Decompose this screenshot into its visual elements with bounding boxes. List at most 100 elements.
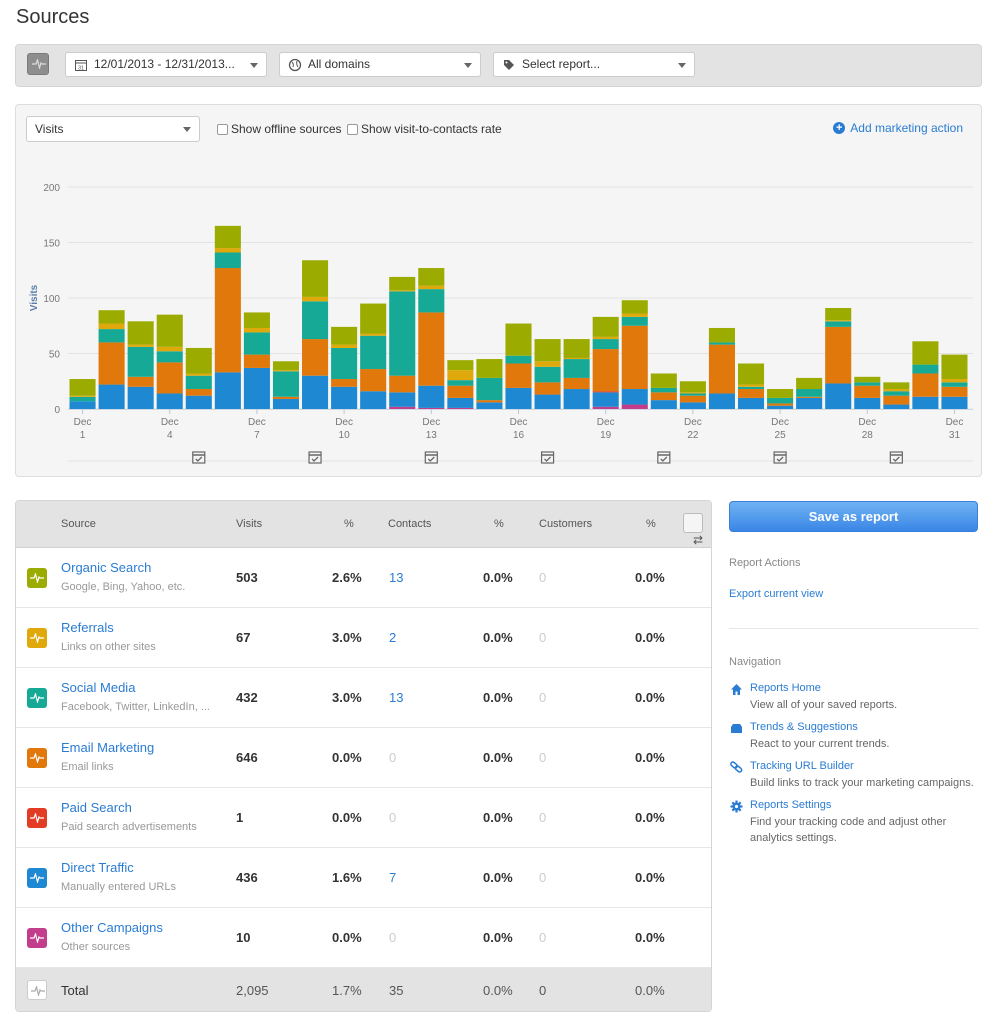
y-axis-label: Visits — [29, 284, 40, 311]
domain-select[interactable]: All domains — [279, 52, 481, 77]
marketing-action-calendar-icon[interactable] — [540, 451, 555, 464]
marketing-action-calendar-icon[interactable] — [773, 451, 787, 464]
contacts-value[interactable]: 7 — [389, 870, 396, 885]
sources-pulse-button[interactable] — [27, 53, 49, 75]
sources-table: Source Visits % Contacts % Customers % ⇄… — [15, 500, 712, 1012]
customers-pct-value: 0.0% — [635, 690, 665, 705]
page-title: Sources — [16, 6, 90, 28]
bar-segment-referrals — [941, 379, 968, 383]
x-tick-day: 19 — [600, 430, 612, 441]
source-name-link[interactable]: Referrals — [61, 620, 114, 635]
x-tick-month: Dec — [771, 417, 789, 428]
x-tick-day: 7 — [254, 430, 260, 441]
col-visits-pct[interactable]: % — [344, 518, 354, 530]
date-range-select[interactable]: 31 12/01/2013 - 12/31/2013... — [65, 52, 267, 77]
contacts-value[interactable]: 13 — [389, 570, 403, 585]
x-tick-day: 10 — [339, 430, 351, 441]
bar-segment-organic-search — [447, 360, 474, 371]
source-name-link[interactable]: Direct Traffic — [61, 860, 134, 875]
marketing-action-calendar-icon[interactable] — [192, 451, 206, 464]
bar-segment-direct-traffic — [825, 383, 852, 409]
bar-segment-direct-traffic — [650, 400, 677, 409]
marketing-action-calendar-icon[interactable] — [308, 451, 322, 464]
source-name-link[interactable]: Social Media — [61, 680, 135, 695]
bar-segment-referrals — [98, 323, 125, 330]
bar-segment-social-media — [708, 342, 735, 345]
bar-segment-direct-traffic — [592, 392, 619, 407]
nav-link-label[interactable]: Reports Settings — [750, 799, 978, 811]
nav-link-label[interactable]: Reports Home — [750, 682, 978, 694]
col-customers[interactable]: Customers — [539, 518, 592, 530]
table-row: Direct Traffic Manually entered URLs 436… — [16, 848, 711, 908]
save-as-report-button[interactable]: Save as report — [729, 501, 978, 532]
bar-segment-social-media — [883, 391, 910, 396]
bar-segment-email-marketing — [243, 354, 270, 368]
swap-columns-button[interactable]: ⇄ — [683, 513, 703, 547]
bar-segment-direct-traffic — [243, 367, 270, 409]
bar-segment-organic-search — [708, 327, 735, 343]
bar-segment-email-marketing — [679, 395, 706, 403]
nav-link-label[interactable]: Trends & Suggestions — [750, 721, 978, 733]
nav-link-label[interactable]: Tracking URL Builder — [750, 760, 978, 772]
report-value: Select report... — [522, 57, 601, 71]
bar-segment-email-marketing — [185, 389, 212, 396]
x-tick-month: Dec — [510, 417, 528, 428]
bar-segment-organic-search — [941, 354, 968, 380]
navigation-heading: Navigation — [729, 656, 781, 668]
bar-segment-email-marketing — [505, 363, 532, 388]
bar-segment-direct-traffic — [98, 384, 125, 409]
bar-segment-email-marketing — [621, 325, 648, 390]
bar-segment-social-media — [331, 347, 358, 380]
marketing-action-calendar-icon[interactable] — [889, 451, 903, 464]
bar-segment-email-marketing — [360, 369, 387, 392]
bar-segment-direct-traffic — [563, 389, 590, 409]
col-source[interactable]: Source — [61, 518, 96, 530]
col-contacts[interactable]: Contacts — [388, 518, 431, 530]
contacts-value: 0 — [389, 930, 397, 945]
bar-segment-organic-search — [592, 316, 619, 337]
bar-segment-social-media — [447, 380, 474, 386]
customers-value: 0 — [539, 570, 547, 585]
customers-pct-value: 0.0% — [635, 870, 665, 885]
bar-segment-social-media — [767, 397, 794, 404]
source-desc: Links on other sites — [61, 641, 156, 653]
marketing-action-calendar-icon[interactable] — [657, 451, 671, 464]
contacts-value[interactable]: 13 — [389, 690, 403, 705]
nav-tracking-url-builder[interactable]: Tracking URL Builder Build links to trac… — [729, 760, 978, 791]
y-tick-label: 50 — [49, 350, 61, 361]
bar-segment-email-marketing — [563, 377, 590, 390]
source-name-link[interactable]: Other Campaigns — [61, 920, 163, 935]
col-customers-pct[interactable]: % — [646, 518, 656, 530]
contacts-pct-value: 0.0% — [483, 690, 513, 705]
bar-segment-email-marketing — [98, 342, 125, 385]
marketing-action-calendar-icon[interactable] — [424, 451, 438, 464]
x-tick-month: Dec — [684, 417, 702, 428]
bar-segment-organic-search — [127, 321, 154, 345]
nav-reports-settings[interactable]: Reports Settings Find your tracking code… — [729, 799, 978, 846]
source-name-link[interactable]: Email Marketing — [61, 740, 154, 755]
report-select[interactable]: Select report... — [493, 52, 695, 77]
source-desc: Email links — [61, 761, 114, 773]
x-tick-month: Dec — [74, 417, 92, 428]
col-visits[interactable]: Visits — [236, 518, 262, 530]
source-name-link[interactable]: Organic Search — [61, 560, 151, 575]
bar-segment-referrals — [563, 357, 590, 360]
bar-segment-direct-traffic — [883, 404, 910, 409]
nav-trends-suggestions[interactable]: Trends & Suggestions React to your curre… — [729, 721, 978, 752]
bar-segment-social-media — [505, 355, 532, 364]
bar-segment-organic-search — [679, 381, 706, 393]
report-actions-heading: Report Actions — [729, 557, 801, 569]
bar-segment-direct-traffic — [708, 393, 735, 409]
bar-segment-social-media — [272, 371, 300, 397]
customers-pct-value: 0.0% — [635, 750, 665, 765]
date-range-value: 12/01/2013 - 12/31/2013... — [94, 57, 235, 71]
bar-segment-email-marketing — [941, 386, 968, 397]
bar-segment-organic-search — [825, 307, 852, 321]
source-name-link[interactable]: Paid Search — [61, 800, 132, 815]
bar-segment-referrals — [156, 346, 183, 352]
export-current-view-link[interactable]: Export current view — [729, 588, 978, 600]
nav-reports-home[interactable]: Reports Home View all of your saved repo… — [729, 682, 978, 713]
contacts-value[interactable]: 2 — [389, 630, 396, 645]
col-contacts-pct[interactable]: % — [494, 518, 504, 530]
bar-segment-organic-search — [796, 377, 823, 390]
